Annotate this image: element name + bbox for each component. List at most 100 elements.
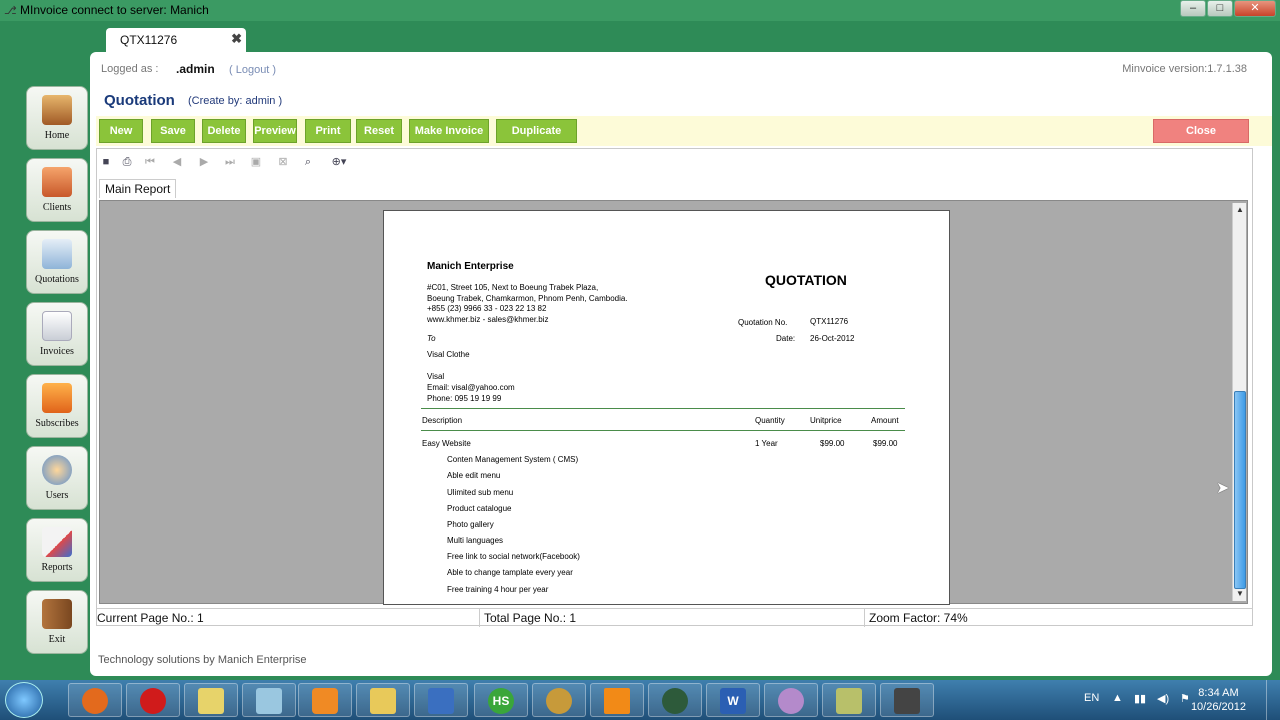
footer-credit: Technology solutions by Manich Enterpris… (98, 654, 307, 666)
close-button[interactable]: Close (1153, 119, 1249, 143)
report-canvas: Manich Enterprise #C01, Street 105, Next… (99, 200, 1248, 605)
quotations-icon (42, 239, 72, 269)
taskbar-word[interactable]: W (706, 683, 760, 717)
feature-item: Multi languages (447, 536, 504, 545)
flag-icon[interactable]: ⚑ (1180, 692, 1190, 705)
rss-icon (42, 383, 72, 413)
home-icon (42, 95, 72, 125)
taskbar-remote[interactable] (414, 683, 468, 717)
next-page-icon[interactable]: ▶ (197, 155, 211, 169)
sidebar-item-exit[interactable]: Exit (26, 590, 88, 654)
first-page-icon[interactable]: ⏮ (143, 155, 157, 169)
stop-icon[interactable]: ⊠ (276, 155, 290, 169)
find-icon[interactable]: ⌕ (301, 155, 315, 169)
last-page-icon[interactable]: ⏭ (223, 155, 237, 169)
address-line: +855 (23) 9966 33 - 023 22 13 82 (427, 304, 547, 313)
sidebar-item-label: Quotations (35, 274, 79, 285)
logout-link[interactable]: ( Logout ) (229, 64, 276, 76)
prev-page-icon[interactable]: ◀ (170, 155, 184, 169)
reset-button[interactable]: Reset (356, 119, 402, 143)
taskbar-firefox[interactable] (68, 683, 122, 717)
current-page-status: Current Page No.: 1 (97, 611, 204, 625)
explorer-icon (370, 688, 396, 714)
close-icon[interactable]: ✕ (1234, 0, 1276, 17)
save-icon[interactable]: ■ (99, 155, 113, 169)
sidebar-item-clients[interactable]: Clients (26, 158, 88, 222)
tab-close-icon[interactable]: ✖ (231, 31, 242, 47)
minvoice-icon (662, 688, 688, 714)
taskbar-image[interactable] (822, 683, 876, 717)
feature-item: Conten Management System ( CMS) (447, 455, 579, 464)
minimize-icon[interactable]: – (1180, 0, 1206, 17)
zoom-factor-status: Zoom Factor: 74% (869, 611, 968, 625)
print-button[interactable]: Print (305, 119, 351, 143)
report-viewer-frame: ■ ⎙ ⏮ ◀ ▶ ⏭ ▣ ⊠ ⌕ ⊕▾ Main Report Manich … (96, 148, 1253, 626)
make-invoice-button[interactable]: Make Invoice (409, 119, 489, 143)
column-header: Quantity (755, 416, 785, 425)
line-item-unitprice: $99.00 (820, 439, 845, 448)
taskbar-opera[interactable] (126, 683, 180, 717)
sidebar-item-home[interactable]: Home (26, 86, 88, 150)
table-top-divider (421, 408, 905, 409)
status-divider (479, 609, 480, 627)
feature-item: Able to change tamplate every year (447, 568, 573, 577)
taskbar-camera[interactable] (880, 683, 934, 717)
taskbar-media-player[interactable] (298, 683, 352, 717)
vertical-scrollbar[interactable]: ▲ ▼ (1232, 203, 1246, 601)
clock-time: 8:34 AM (1198, 687, 1239, 699)
preview-button[interactable]: Preview (253, 119, 297, 143)
taskbar-chat[interactable] (764, 683, 818, 717)
vlc-icon (604, 688, 630, 714)
taskbar-notepad[interactable] (242, 683, 296, 717)
chat-icon (778, 688, 804, 714)
current-user: .admin (176, 62, 215, 76)
export-icon[interactable]: ▣ (249, 155, 263, 169)
sidebar-item-subscribes[interactable]: Subscribes (26, 374, 88, 438)
show-hidden-icons-icon[interactable]: ▲ (1112, 692, 1123, 704)
sidebar-item-quotations[interactable]: Quotations (26, 230, 88, 294)
sidebar-item-users[interactable]: Users (26, 446, 88, 510)
notepad-icon (256, 688, 282, 714)
address-line: Boeung Trabek, Chamkarmon, Phnom Penh, C… (427, 294, 628, 303)
new-button[interactable]: New (99, 119, 143, 143)
status-divider (864, 609, 865, 627)
hotspot-icon: HS (488, 688, 514, 714)
scroll-up-icon[interactable]: ▲ (1234, 204, 1246, 216)
print-icon[interactable]: ⎙ (120, 155, 134, 169)
reports-icon (42, 527, 72, 557)
contact-name: Visal (427, 372, 445, 381)
maximize-icon[interactable]: □ (1207, 0, 1233, 17)
tab-main-report[interactable]: Main Report (99, 179, 177, 198)
taskbar-minvoice[interactable] (648, 683, 702, 717)
scrollbar-thumb[interactable] (1234, 391, 1246, 589)
show-desktop-button[interactable] (1266, 680, 1280, 720)
taskbar-paint[interactable] (532, 683, 586, 717)
sidebar-item-label: Exit (48, 634, 66, 645)
taskbar-folder[interactable] (184, 683, 238, 717)
system-clock[interactable]: 8:34 AM 10/26/2012 (1191, 686, 1246, 714)
tab-qtx11276[interactable]: QTX11276 ✖ (106, 28, 246, 52)
taskbar-hotspot[interactable]: HS (474, 683, 528, 717)
duplicate-button[interactable]: Duplicate (496, 119, 577, 143)
sidebar-item-invoices[interactable]: Invoices (26, 302, 88, 366)
taskbar-vlc[interactable] (590, 683, 644, 717)
feature-item: Product catalogue (447, 504, 512, 513)
sidebar-item-reports[interactable]: Reports (26, 518, 88, 582)
address-line: www.khmer.biz - sales@khmer.biz (427, 315, 549, 324)
save-button[interactable]: Save (151, 119, 195, 143)
report-toolbar: ■ ⎙ ⏮ ◀ ▶ ⏭ ▣ ⊠ ⌕ ⊕▾ (97, 151, 397, 173)
date-label: Date: (776, 334, 796, 343)
invoices-icon (42, 311, 72, 341)
network-icon[interactable]: ▮▮ (1134, 692, 1146, 705)
volume-icon[interactable]: ◀) (1157, 692, 1169, 705)
language-indicator[interactable]: EN (1084, 692, 1099, 704)
feature-item: Ulimited sub menu (447, 488, 514, 497)
scroll-down-icon[interactable]: ▼ (1234, 588, 1246, 600)
sidebar-item-label: Reports (41, 562, 73, 573)
taskbar-explorer[interactable] (356, 683, 410, 717)
delete-button[interactable]: Delete (202, 119, 246, 143)
client-name: Visal Clothe (427, 350, 470, 359)
to-label: To (427, 334, 436, 343)
zoom-icon[interactable]: ⊕▾ (327, 155, 351, 169)
start-button[interactable] (5, 682, 43, 718)
